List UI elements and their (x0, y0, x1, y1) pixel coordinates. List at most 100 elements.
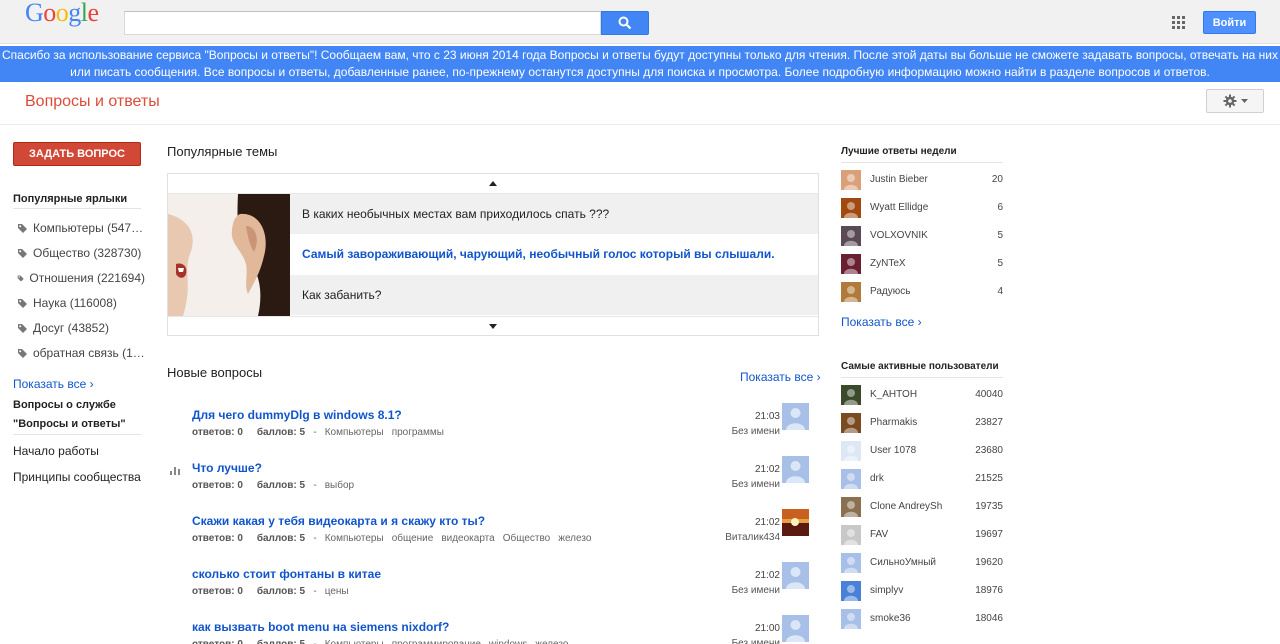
best-answer-user-row[interactable]: Wyatt Ellidge 6 (841, 198, 1003, 218)
user-name-link[interactable]: СильноУмный (870, 557, 936, 568)
question-tag-link[interactable]: общение (392, 533, 434, 544)
topic-image[interactable] (168, 194, 290, 316)
best-answers-show-all-link[interactable]: Показать все › (841, 315, 922, 329)
carousel-up-button[interactable] (168, 174, 818, 194)
search-input[interactable] (124, 11, 601, 35)
default-avatar-icon[interactable] (782, 456, 809, 483)
active-user-row[interactable]: smoke36 18046 (841, 609, 1003, 629)
active-user-row[interactable]: Pharmakis 23827 (841, 413, 1003, 433)
apps-grid-icon[interactable] (1172, 16, 1185, 29)
user-name-link[interactable]: Wyatt Ellidge (870, 202, 928, 213)
user-name-link[interactable]: Justin Bieber (870, 174, 928, 185)
user-avatar[interactable] (841, 226, 861, 246)
new-questions-show-all-link[interactable]: Показать все › (740, 370, 821, 384)
sidebar-label-item[interactable]: обратная связь (1… (17, 346, 145, 360)
question-tag-link[interactable]: программы (392, 427, 444, 438)
active-user-row[interactable]: FAV 19697 (841, 525, 1003, 545)
sidebar-label-item[interactable]: Отношения (221694) (17, 271, 145, 285)
question-title-link[interactable]: Для чего dummyDlg в windows 8.1? (192, 408, 402, 422)
sidebar-label-item[interactable]: Наука (116008) (17, 296, 145, 310)
login-button[interactable]: Войти (1203, 11, 1256, 34)
community-guidelines-link[interactable]: Принципы сообщества (13, 470, 141, 484)
sidebar-label-item[interactable]: Компьютеры (547… (17, 221, 145, 235)
google-logo[interactable]: Google (25, 0, 99, 26)
question-title-link[interactable]: Что лучше? (192, 461, 262, 475)
best-answer-user-row[interactable]: Justin Bieber 20 (841, 170, 1003, 190)
user-avatar[interactable] (841, 385, 861, 405)
user-avatar[interactable] (841, 469, 861, 489)
user-name-link[interactable]: FAV (870, 529, 888, 540)
question-tag-link[interactable]: программирование (392, 639, 481, 644)
score-value: 5 (299, 533, 306, 544)
topic-item[interactable]: Как забанить? (290, 275, 818, 315)
question-author-link[interactable]: Без имени (732, 585, 780, 596)
user-avatar[interactable] (841, 441, 861, 461)
active-user-row[interactable]: K_AHTOH 40040 (841, 385, 1003, 405)
question-author-link[interactable]: Без имени (732, 638, 780, 644)
user-name-link[interactable]: Радуюсь (870, 286, 910, 297)
question-meta: ответов: 0 баллов: 5 -Компьютерыпрограмм… (192, 427, 444, 438)
active-user-row[interactable]: simplyv 18976 (841, 581, 1003, 601)
user-score: 40040 (975, 389, 1003, 400)
default-avatar-icon[interactable] (782, 403, 809, 430)
sidebar-label-item[interactable]: Общество (328730) (17, 246, 145, 260)
user-name-link[interactable]: Clone AndreySh (870, 501, 942, 512)
active-user-row[interactable]: User 1078 23680 (841, 441, 1003, 461)
user-name-link[interactable]: ZyNTeX (870, 258, 906, 269)
question-tag-link[interactable]: видеокарта (441, 533, 494, 544)
question-tag-link[interactable]: Компьютеры (325, 533, 384, 544)
question-tag-link[interactable]: цены (325, 586, 349, 597)
app-title[interactable]: Вопросы и ответы (25, 93, 160, 111)
question-author-link[interactable]: Без имени (732, 479, 780, 490)
question-tag-link[interactable]: windows (489, 639, 527, 644)
user-avatar[interactable] (841, 170, 861, 190)
question-title-link[interactable]: сколько стоит фонтаны в китае (192, 567, 381, 581)
user-avatar[interactable] (841, 413, 861, 433)
active-user-row[interactable]: Clone AndreySh 19735 (841, 497, 1003, 517)
question-tag-link[interactable]: выбор (325, 480, 354, 491)
settings-button[interactable] (1206, 89, 1264, 113)
user-name-link[interactable]: User 1078 (870, 445, 916, 456)
getting-started-link[interactable]: Начало работы (13, 444, 99, 458)
user-avatar[interactable] (841, 198, 861, 218)
user-avatar[interactable] (841, 581, 861, 601)
question-author-link[interactable]: Без имени (732, 426, 780, 437)
question-time: 21:00 (754, 623, 780, 634)
labels-show-all-link[interactable]: Показать все › (13, 377, 94, 391)
default-avatar-icon[interactable] (782, 562, 809, 589)
carousel-down-button[interactable] (168, 316, 818, 336)
user-avatar[interactable] (841, 525, 861, 545)
question-tag-link[interactable]: железо (535, 639, 568, 644)
question-title-link[interactable]: Скажи какая у тебя видеокарта и я скажу … (192, 514, 485, 528)
question-tag-link[interactable]: Общество (503, 533, 551, 544)
user-avatar[interactable] (841, 497, 861, 517)
best-answer-user-row[interactable]: ZyNTeX 5 (841, 254, 1003, 274)
user-name-link[interactable]: VOLXOVNIK (870, 230, 928, 241)
user-avatar[interactable] (841, 609, 861, 629)
default-avatar-icon[interactable] (782, 615, 809, 642)
user-name-link[interactable]: smoke36 (870, 613, 911, 624)
user-avatar[interactable] (841, 254, 861, 274)
user-avatar[interactable] (841, 553, 861, 573)
question-author-link[interactable]: Виталик434 (725, 532, 780, 543)
user-name-link[interactable]: drk (870, 473, 884, 484)
arrow-up-icon (489, 181, 497, 186)
active-user-row[interactable]: СильноУмный 19620 (841, 553, 1003, 573)
user-name-link[interactable]: simplyv (870, 585, 903, 596)
user-name-link[interactable]: K_AHTOH (870, 389, 917, 400)
question-tag-link[interactable]: железо (558, 533, 591, 544)
topic-item[interactable]: В каких необычных местах вам приходилось… (290, 194, 818, 234)
avatar-photo[interactable] (782, 509, 809, 536)
user-name-link[interactable]: Pharmakis (870, 417, 917, 428)
active-user-row[interactable]: drk 21525 (841, 469, 1003, 489)
question-tag-link[interactable]: Компьютеры (325, 427, 384, 438)
ask-question-button[interactable]: ЗАДАТЬ ВОПРОС (13, 142, 141, 166)
question-tag-link[interactable]: Компьютеры (325, 639, 384, 644)
best-answer-user-row[interactable]: VOLXOVNIK 5 (841, 226, 1003, 246)
user-avatar[interactable] (841, 282, 861, 302)
best-answer-user-row[interactable]: Радуюсь 4 (841, 282, 1003, 302)
search-button[interactable] (601, 11, 649, 35)
topic-item-active[interactable]: Самый завораживающий, чарующий, необычны… (290, 234, 818, 274)
question-title-link[interactable]: как вызвать boot menu на siemens nixdorf… (192, 620, 449, 634)
sidebar-label-item[interactable]: Досуг (43852) (17, 321, 145, 335)
